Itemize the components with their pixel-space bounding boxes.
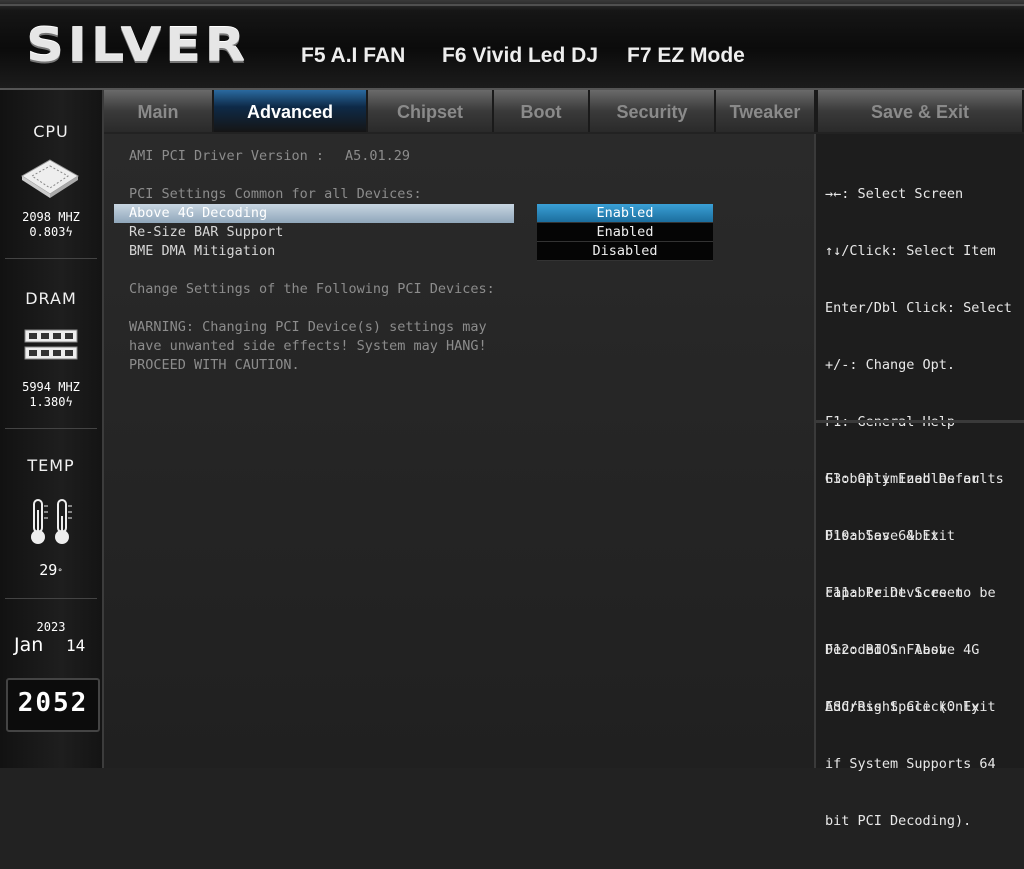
- description-line: capable Devices to be: [825, 585, 996, 601]
- description-line: bit PCI Decoding).: [825, 813, 972, 829]
- help-divider: [816, 420, 1024, 423]
- dram-voltage: 1.380ϟ: [29, 395, 73, 409]
- status-sidebar: CPU 2098 MHZ 0.803ϟ DRAM 5994 MHZ 1.380ϟ…: [0, 90, 104, 768]
- cpu-label: CPU: [33, 122, 69, 141]
- driver-version-label: AMI PCI Driver Version :: [129, 148, 325, 164]
- dram-label: DRAM: [25, 289, 77, 308]
- tab-save-exit[interactable]: Save & Exit: [816, 90, 1024, 132]
- setting-resize-bar-support[interactable]: Re-Size BAR Support: [114, 223, 514, 242]
- cpu-chip-icon: [21, 159, 79, 198]
- key-help-item: +/-: Change Opt.: [825, 357, 956, 373]
- top-header: SILVER F5 A.I FAN F6 Vivid Led DJ F7 EZ …: [0, 0, 1024, 90]
- key-help-item: ↑↓/Click: Select Item: [825, 243, 996, 259]
- temp-value: 29°: [39, 561, 63, 579]
- tab-tweaker[interactable]: Tweaker: [716, 90, 816, 132]
- temp-label: TEMP: [27, 456, 75, 475]
- tab-bar: Main Advanced Chipset Boot Security Twea…: [104, 90, 1024, 134]
- setting-bme-dma-mitigation[interactable]: BME DMA Mitigation: [114, 242, 514, 261]
- description-line: Address Space (Only: [825, 699, 980, 715]
- item-description: Globally Enables or Disables 64bit capab…: [825, 432, 996, 869]
- degree-celsius-icon: °: [57, 568, 63, 578]
- date-day: 14: [66, 636, 86, 655]
- cpu-frequency: 2098 MHZ: [22, 210, 80, 224]
- settings-panel: AMI PCI Driver Version : A5.01.29 PCI Se…: [104, 134, 816, 768]
- clock-display: 2052: [6, 678, 100, 732]
- description-line: Decoded in Above 4G: [825, 642, 980, 658]
- driver-version-value: A5.01.29: [345, 148, 411, 164]
- date-year: 2023: [36, 620, 66, 634]
- sidebar-divider: [5, 258, 97, 259]
- help-panel: →←: Select Screen ↑↓/Click: Select Item …: [816, 134, 1024, 829]
- memory-module-icon: [24, 329, 78, 360]
- voltage-bolt-icon: ϟ: [65, 395, 73, 409]
- date-month: Jan: [14, 634, 44, 656]
- section-common-heading: PCI Settings Common for all Devices:: [129, 186, 422, 202]
- tab-boot[interactable]: Boot: [494, 90, 590, 132]
- above-4g-decoding-value[interactable]: Enabled: [537, 204, 713, 223]
- thermometer-icon: [31, 499, 72, 544]
- warning-line-2: have unwanted side effects! System may H…: [129, 338, 487, 354]
- tab-advanced[interactable]: Advanced: [214, 90, 368, 132]
- cpu-voltage: 0.803ϟ: [29, 225, 73, 239]
- tab-main[interactable]: Main: [104, 90, 214, 132]
- key-help-item: Enter/Dbl Click: Select: [825, 300, 1012, 316]
- tab-security[interactable]: Security: [590, 90, 716, 132]
- brand-logo: SILVER: [26, 18, 249, 72]
- warning-line-1: WARNING: Changing PCI Device(s) settings…: [129, 319, 487, 335]
- setting-above-4g-decoding[interactable]: Above 4G Decoding: [114, 204, 514, 223]
- sidebar-divider: [5, 598, 97, 599]
- resize-bar-support-value[interactable]: Enabled: [537, 223, 713, 242]
- key-help-item: →←: Select Screen: [825, 186, 964, 202]
- clock-time: 2052: [17, 688, 89, 718]
- voltage-bolt-icon: ϟ: [65, 225, 73, 239]
- bme-dma-mitigation-value[interactable]: Disabled: [537, 242, 713, 261]
- description-line: if System Supports 64: [825, 756, 996, 772]
- sidebar-divider: [5, 428, 97, 429]
- tab-chipset[interactable]: Chipset: [368, 90, 494, 132]
- vivid-led-dj-hotkey[interactable]: F6 Vivid Led DJ: [442, 44, 598, 68]
- dram-frequency: 5994 MHZ: [22, 380, 80, 394]
- description-line: Globally Enables or: [825, 471, 980, 487]
- description-line: Disables 64bit: [825, 528, 939, 544]
- ez-mode-hotkey[interactable]: F7 EZ Mode: [627, 44, 745, 68]
- ai-fan-hotkey[interactable]: F5 A.I FAN: [301, 44, 405, 68]
- warning-line-3: PROCEED WITH CAUTION.: [129, 357, 300, 373]
- section-change-heading: Change Settings of the Following PCI Dev…: [129, 281, 495, 297]
